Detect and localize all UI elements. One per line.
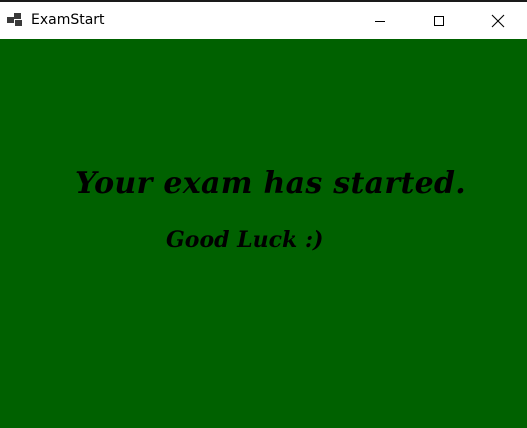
exam-started-heading: Your exam has started. — [75, 166, 467, 201]
maximize-button[interactable] — [416, 2, 462, 39]
title-bar[interactable]: ExamStart — [0, 2, 527, 39]
exam-start-window: ExamStart Your exam has started. Good Lu… — [0, 0, 527, 428]
window-title: ExamStart — [31, 12, 105, 28]
good-luck-text: Good Luck :) — [166, 227, 324, 253]
app-icon — [7, 12, 23, 26]
close-button[interactable] — [475, 2, 521, 39]
close-icon — [491, 14, 505, 27]
maximize-icon — [434, 15, 444, 26]
minimize-icon — [375, 20, 385, 22]
client-area: Your exam has started. Good Luck :) — [0, 39, 527, 428]
minimize-button[interactable] — [357, 2, 403, 39]
